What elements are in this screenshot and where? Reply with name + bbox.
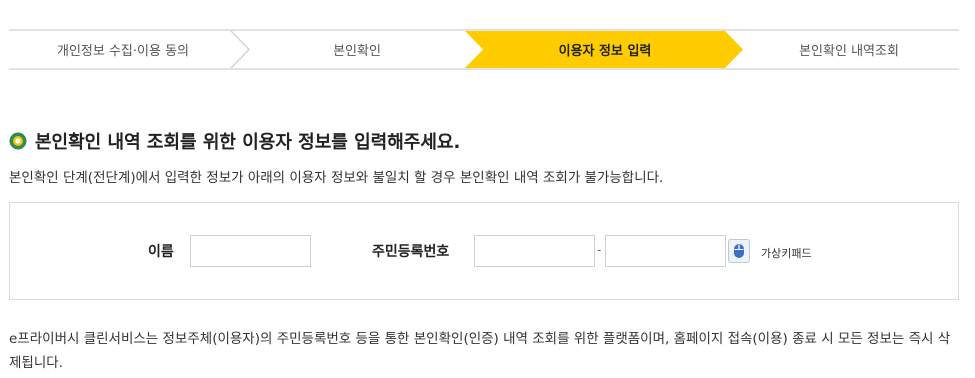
jumin-first-input[interactable] [474,235,595,267]
step-history-inquiry: 본인확인 내역조회 [799,44,899,59]
step-consent: 개인정보 수집·이용 동의 [57,44,189,59]
virtual-keypad-label[interactable]: 가상키패드 [761,245,812,261]
circle-bullet-icon [9,132,27,150]
page-title: 본인확인 내역 조회를 위한 이용자 정보를 입력해주세요. [35,132,461,153]
user-info-form: 이름 주민등록번호 - 가상키패드 [9,202,959,300]
step-identity-check: 본인확인 [333,44,381,59]
privacy-notice: e프라이버시 클린서비스는 정보주체(이용자)의 주민등록번호 등을 통한 본인… [9,331,951,371]
mouse-icon [734,244,744,258]
virtual-keypad-button[interactable] [728,239,750,263]
jumin-second-input[interactable] [605,235,726,267]
name-input[interactable] [190,235,311,267]
jumin-separator: - [597,243,602,257]
jumin-label: 주민등록번호 [372,244,450,260]
step-indicator: 개인정보 수집·이용 동의 본인확인 이용자 정보 입력 본인확인 내역조회 [9,29,959,70]
section-heading: 본인확인 내역 조회를 위한 이용자 정보를 입력해주세요. [9,128,460,154]
description-text: 본인확인 단계(전단계)에서 입력한 정보가 아래의 이용자 정보와 불일치 할… [9,170,664,186]
name-label: 이름 [148,244,174,260]
step-user-info-active: 이용자 정보 입력 [558,44,652,59]
